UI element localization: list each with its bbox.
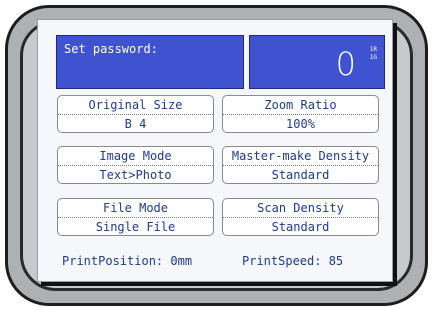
print-position-status: PrintPosition: 0mm <box>62 254 193 268</box>
print-speed-status: PrintSpeed: 85 <box>242 254 344 268</box>
original-size-button[interactable]: Original Size B 4 <box>57 95 214 133</box>
counter-panel: 0 1R 1G <box>249 35 385 89</box>
master-make-density-value: Standard <box>271 168 330 182</box>
zoom-ratio-label: Zoom Ratio <box>223 96 378 115</box>
zoom-ratio-button[interactable]: Zoom Ratio 100% <box>222 95 379 133</box>
password-panel[interactable]: Set password: <box>56 35 244 89</box>
file-mode-button[interactable]: File Mode Single File <box>57 198 214 236</box>
image-mode-value: Text>Photo <box>99 168 172 182</box>
image-mode-button[interactable]: Image Mode Text>Photo <box>57 146 214 184</box>
counter-unit-bottom: 1G <box>369 54 377 61</box>
zoom-ratio-value: 100% <box>286 117 315 131</box>
master-make-density-label: Master-make Density <box>223 147 378 166</box>
counter-value: 0 <box>335 45 356 83</box>
file-mode-value: Single File <box>95 220 176 234</box>
counter-unit-top: 1R <box>369 46 377 53</box>
counter-units: 1R 1G <box>370 46 377 62</box>
original-size-value: B 4 <box>124 117 147 131</box>
master-make-density-button[interactable]: Master-make Density Standard <box>222 146 379 184</box>
file-mode-label: File Mode <box>58 199 213 218</box>
password-label: Set password: <box>64 42 158 56</box>
scan-density-label: Scan Density <box>223 199 378 218</box>
scan-density-value: Standard <box>271 220 330 234</box>
scan-density-button[interactable]: Scan Density Standard <box>222 198 379 236</box>
original-size-label: Original Size <box>58 96 213 115</box>
image-mode-label: Image Mode <box>58 147 213 166</box>
